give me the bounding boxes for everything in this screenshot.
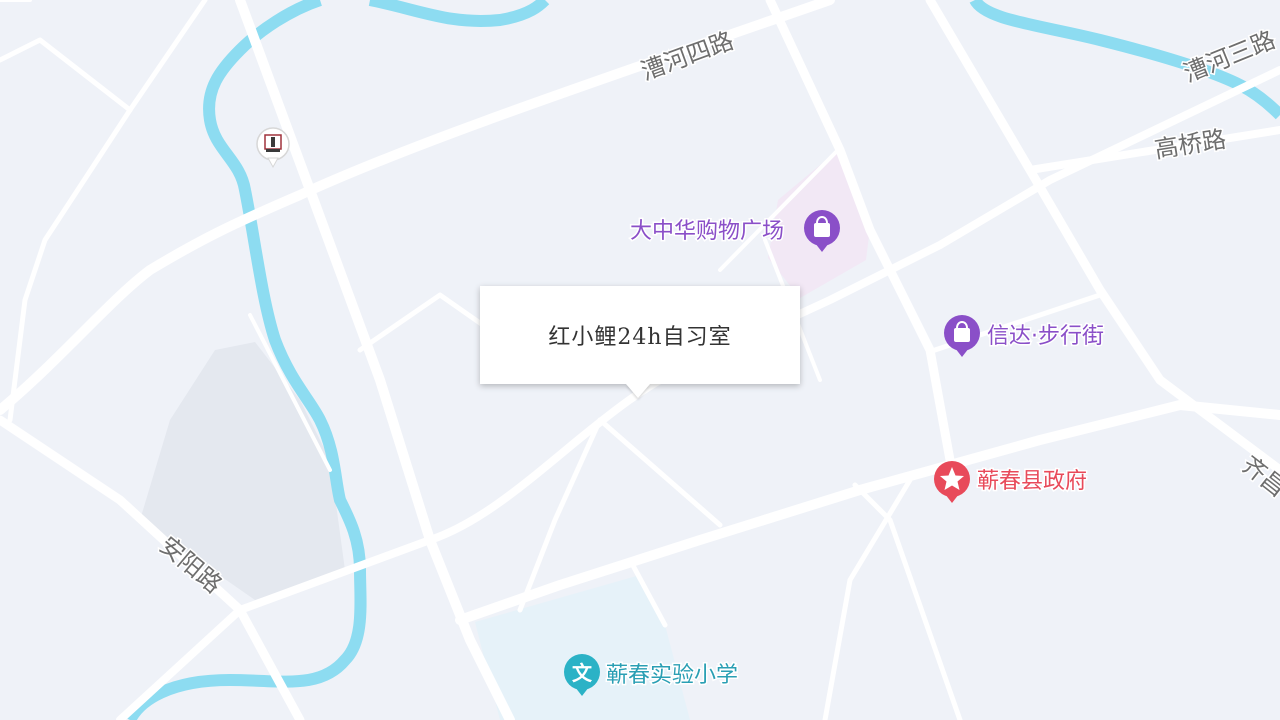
- info-popup[interactable]: 红小鲤24h自习室: [480, 286, 800, 384]
- poi-government[interactable]: 蕲春县政府: [934, 461, 1089, 503]
- landmark-marker[interactable]: [256, 127, 290, 169]
- poi-label-school: 蕲春实验小学: [606, 663, 738, 688]
- school-area: [475, 575, 690, 720]
- poi-label-government: 蕲春县政府: [977, 469, 1087, 494]
- road-label-caohe4: 漕河四路: [637, 26, 737, 85]
- popup-pointer: [626, 384, 650, 398]
- wen-icon-glyph: 文: [572, 661, 593, 685]
- road-label-gaoqiao: 高桥路: [1153, 125, 1228, 164]
- poi-label-xinda: 信达·步行街: [987, 324, 1104, 349]
- shopping-bag-icon: [944, 315, 980, 357]
- star-icon: [934, 461, 970, 503]
- poi-label-dazhonghua: 大中华购物广场: [630, 219, 784, 244]
- river: [368, 0, 550, 27]
- popup-title: 红小鲤24h自习室: [548, 325, 732, 350]
- road-label-qichang: 齐昌: [1236, 451, 1280, 503]
